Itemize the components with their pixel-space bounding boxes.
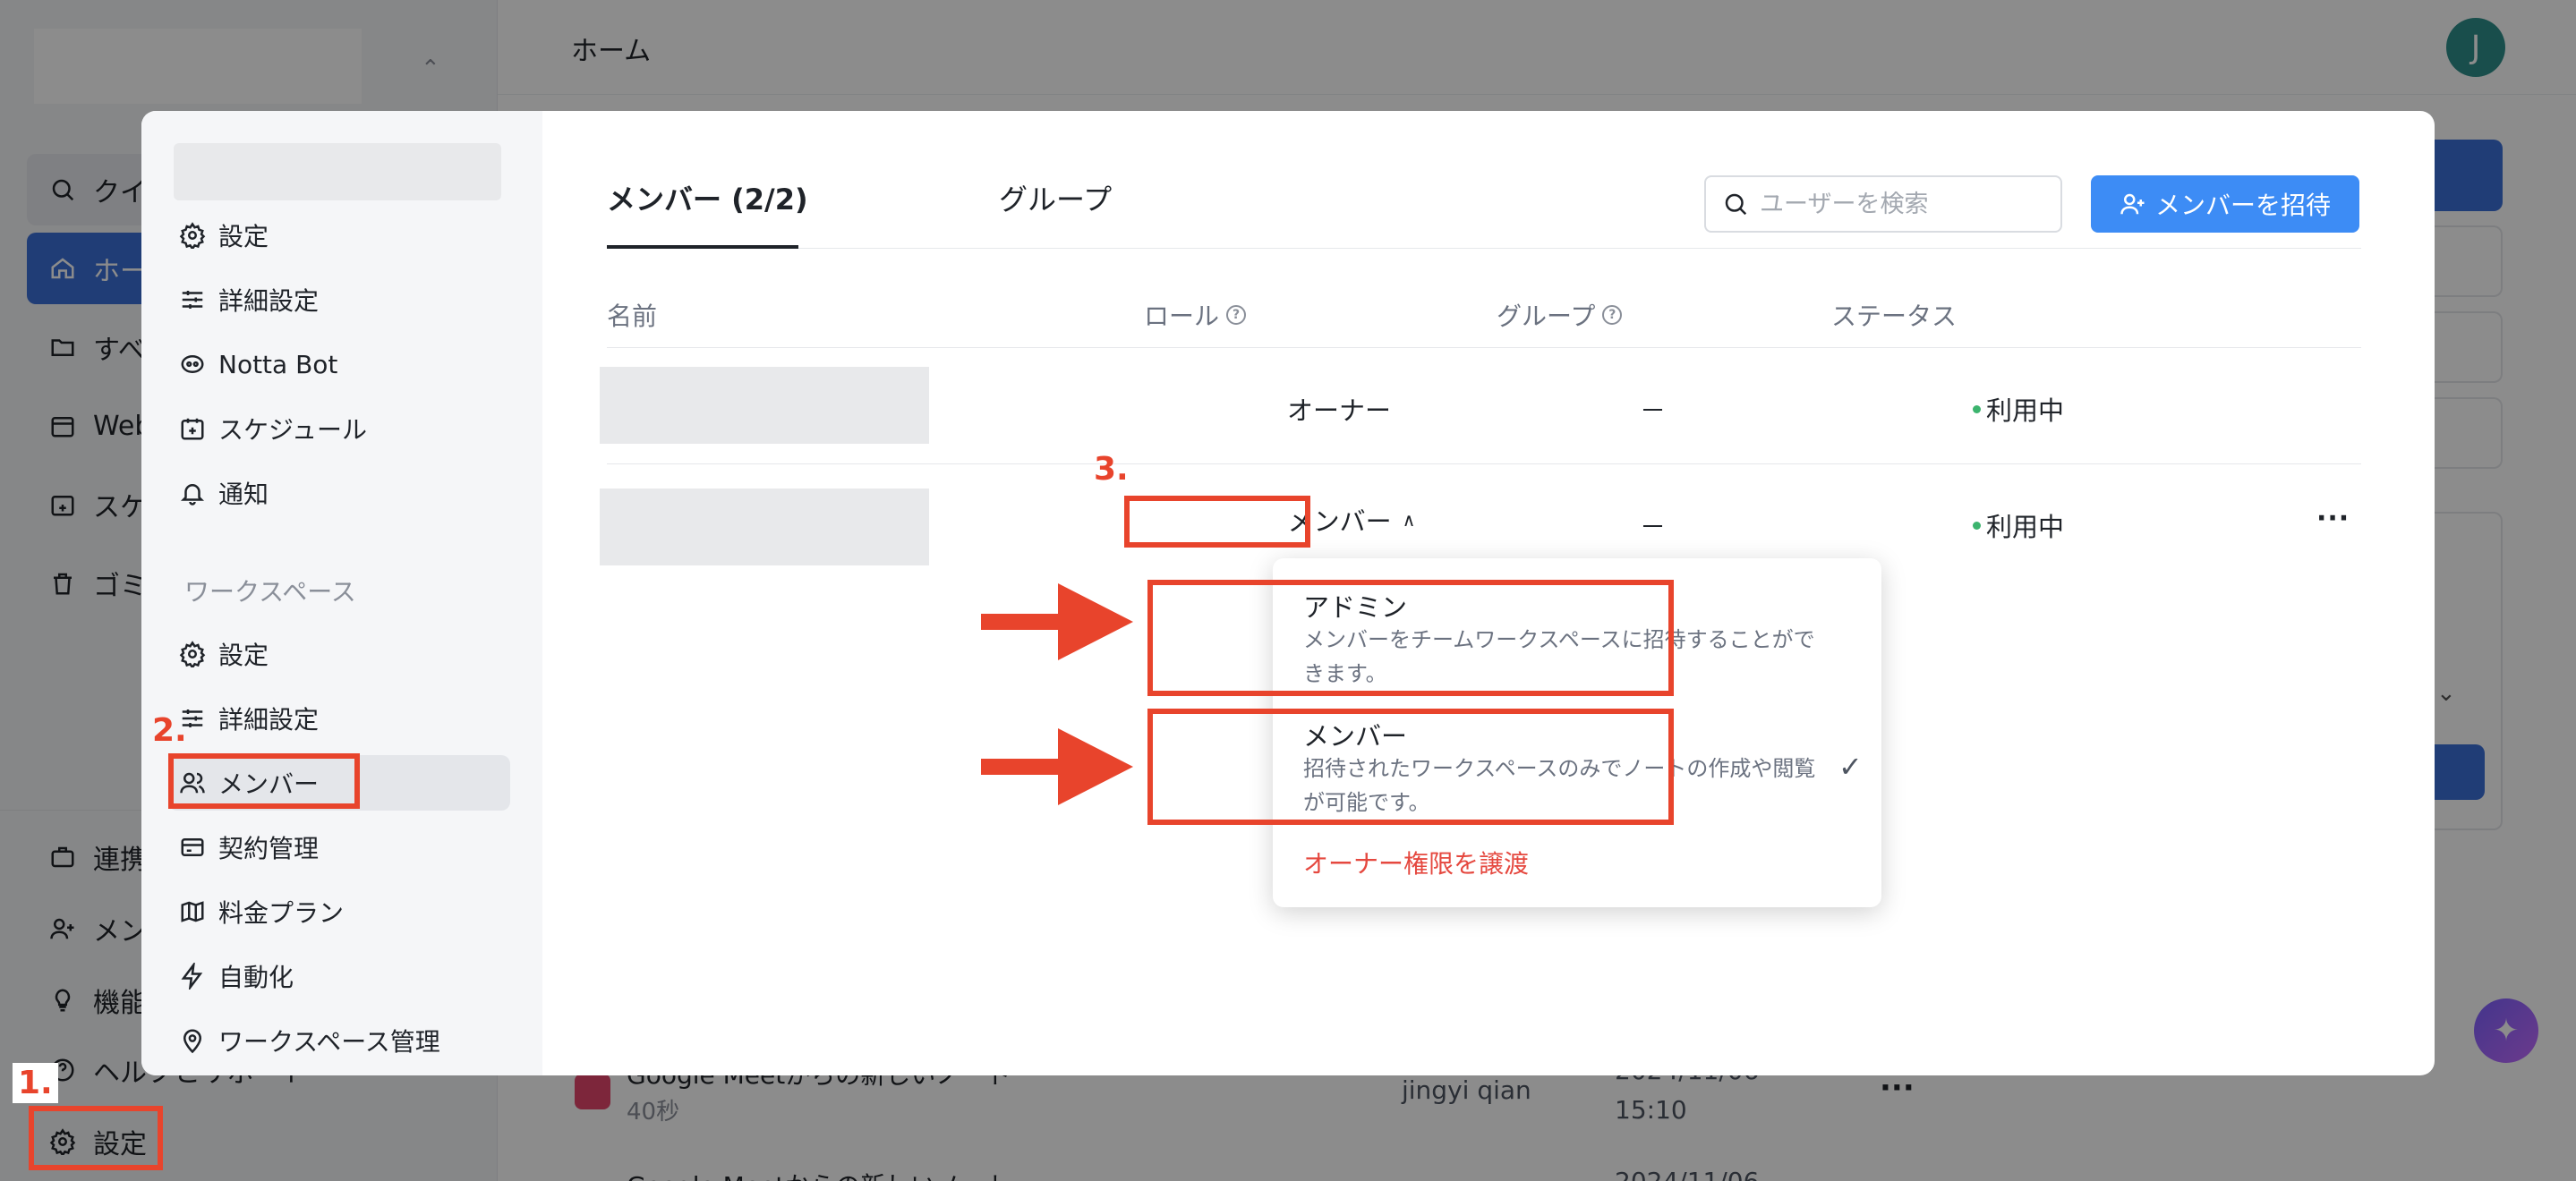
settings-item-label: 料金プラン [218, 898, 345, 928]
tab-members[interactable]: メンバー (2/2) [607, 177, 808, 218]
settings-item-workspace-manage[interactable]: ワークスペース管理 [168, 1013, 510, 1068]
settings-item-label: スケジュール [218, 415, 368, 445]
settings-item-label: 詳細設定 [218, 286, 320, 316]
invite-member-button[interactable]: メンバーを招待 [2091, 175, 2359, 233]
account-placeholder [174, 143, 501, 200]
settings-item-workspace-settings[interactable]: 設定 [168, 626, 510, 682]
search-icon [1725, 193, 1747, 216]
settings-item-advanced[interactable]: 詳細設定 [168, 272, 510, 327]
bell-icon [180, 484, 205, 506]
status-dot [1973, 521, 1981, 530]
user-plus-icon [2120, 193, 2145, 215]
transfer-ownership-link[interactable]: オーナー権限を譲渡 [1303, 845, 1529, 880]
sliders-icon [182, 291, 203, 309]
gear-icon [179, 222, 206, 249]
annotation-box-settings [29, 1106, 163, 1170]
settings-item-workspace-advanced[interactable]: 詳細設定 [168, 691, 510, 746]
table-divider [607, 463, 2361, 464]
status-label: 利用中 [1986, 395, 2065, 426]
annotation-step-3: 3. [1094, 451, 1129, 488]
app-window: ⌃ クイ ホー すべ Web スケ ゴミ 連携 メン 機能 設定 ホーム J ⌄… [0, 0, 2576, 1181]
arrow-right-icon [981, 583, 1133, 660]
card-icon [181, 838, 204, 856]
table-divider [607, 347, 2361, 348]
status-badge: 利用中 [1973, 506, 2064, 544]
settings-item-label: 契約管理 [218, 834, 320, 863]
settings-item-settings[interactable]: 設定 [168, 208, 510, 263]
status-dot [1973, 404, 1981, 413]
settings-item-schedule[interactable]: スケジュール [168, 401, 510, 456]
check-icon: ✓ [1838, 750, 1863, 784]
calendar-plus-icon [181, 418, 204, 440]
bot-icon [181, 355, 204, 373]
user-search[interactable] [1704, 175, 2062, 233]
settings-item-automation[interactable]: 自動化 [168, 948, 510, 1004]
column-header-status: ステータス [1831, 297, 1957, 333]
column-header-group: グループ? [1497, 297, 1623, 333]
column-header-role: ロール? [1144, 297, 1247, 333]
settings-sidebar: 設定 詳細設定 Notta Bot スケジュール 通知 ワークスペース 設定 詳… [141, 111, 542, 1075]
annotation-box-role [1124, 496, 1310, 548]
member-group: － [1640, 512, 1667, 542]
member-name-placeholder [600, 367, 929, 444]
settings-item-label: Notta Bot [218, 349, 338, 379]
annotation-step-2: 2. [152, 712, 187, 749]
bolt-icon [181, 963, 203, 990]
member-group: － [1640, 395, 1667, 426]
settings-item-label: 設定 [218, 222, 269, 251]
settings-item-label: 詳細設定 [218, 705, 320, 735]
map-icon [181, 901, 204, 922]
help-icon[interactable]: ? [1602, 305, 1623, 325]
status-label: 利用中 [1986, 512, 2065, 542]
column-header-label: ロール [1144, 302, 1220, 331]
section-label-workspace: ワークスペース [184, 577, 356, 607]
column-header-label: グループ [1497, 302, 1596, 331]
gear-icon [179, 641, 206, 667]
annotation-box-member [1147, 709, 1674, 825]
settings-item-billing[interactable]: 契約管理 [168, 820, 510, 875]
invite-member-label: メンバーを招待 [2154, 191, 2331, 220]
arrow-right-icon [981, 728, 1133, 805]
active-tab-indicator [607, 245, 798, 249]
settings-item-label: ワークスペース管理 [218, 1027, 440, 1057]
help-icon[interactable]: ? [1226, 305, 1247, 325]
member-name-placeholder [600, 489, 929, 565]
settings-item-label: 通知 [218, 480, 269, 509]
tab-groups[interactable]: グループ [999, 177, 1112, 218]
settings-item-pricing[interactable]: 料金プラン [168, 884, 510, 939]
more-icon[interactable]: ··· [2316, 503, 2350, 534]
search-input[interactable] [1760, 190, 2046, 218]
annotation-box-admin [1147, 580, 1674, 696]
annotation-box-members [168, 753, 360, 809]
column-header-name: 名前 [607, 297, 657, 333]
member-role: オーナー [1287, 395, 1392, 426]
settings-item-label: 設定 [218, 641, 269, 670]
status-badge: 利用中 [1973, 390, 2064, 428]
column-header-label: 名前 [607, 302, 658, 331]
pin-icon [183, 1029, 202, 1054]
settings-item-label: 自動化 [218, 963, 294, 992]
tabs-divider [607, 248, 2361, 249]
column-header-label: ステータス [1831, 302, 1958, 331]
chevron-up-icon: ∧ [1402, 509, 1416, 531]
settings-item-notta-bot[interactable]: Notta Bot [168, 336, 510, 392]
annotation-step-1: 1. [13, 1063, 58, 1103]
settings-item-notifications[interactable]: 通知 [168, 465, 510, 521]
